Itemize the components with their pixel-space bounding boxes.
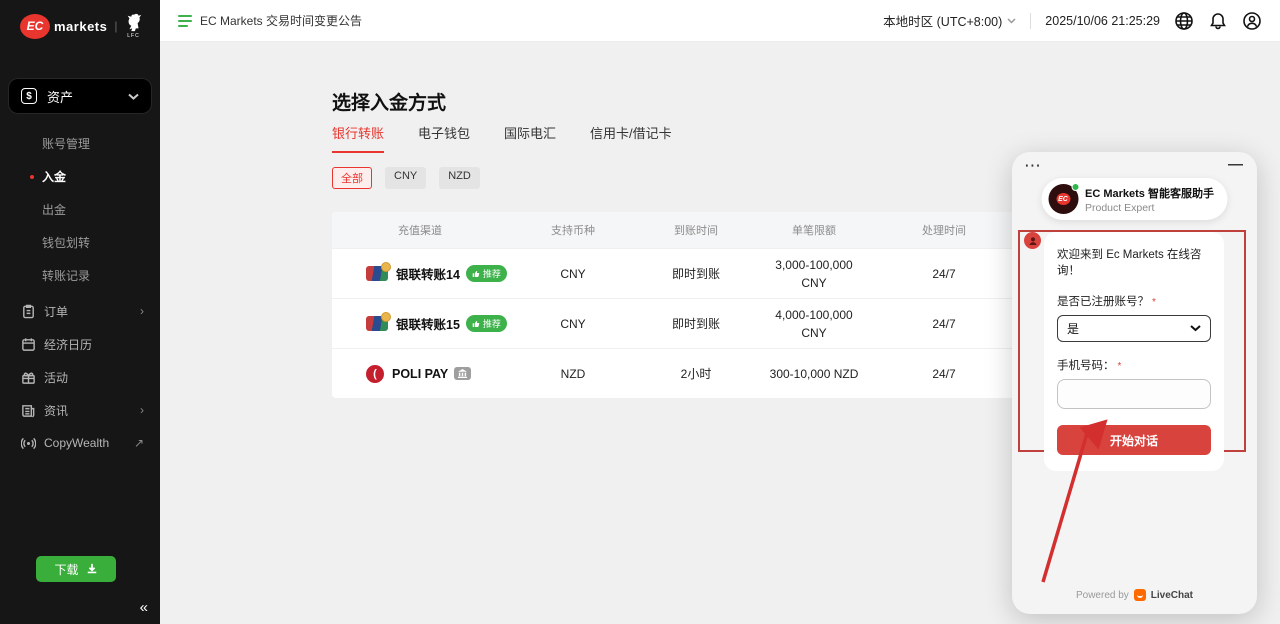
deposit-method-tabs: 银行转账 电子钱包 国际电汇 信用卡/借记卡	[332, 123, 706, 153]
download-icon	[86, 563, 98, 575]
logo-divider: |	[114, 19, 117, 33]
calendar-icon	[20, 336, 36, 352]
external-link-icon: ↗	[134, 436, 144, 450]
gift-icon	[20, 369, 36, 385]
agent-avatar: EC	[1048, 184, 1078, 214]
divider	[1030, 13, 1031, 29]
user-account-icon[interactable]	[1242, 11, 1262, 31]
tab-credit-debit-card[interactable]: 信用卡/借记卡	[590, 123, 672, 153]
chevron-right-icon: ›	[140, 304, 144, 318]
agent-role: Product Expert	[1085, 202, 1214, 214]
online-status-dot	[1071, 183, 1079, 191]
sidebar-item-account-management[interactable]: 账号管理	[0, 128, 160, 160]
download-button[interactable]: 下载	[36, 556, 116, 582]
person-icon	[1028, 236, 1038, 246]
assets-label: 资产	[47, 87, 128, 106]
recommended-badge: 推荐	[466, 315, 507, 332]
tab-international-wire[interactable]: 国际电汇	[504, 123, 556, 153]
registered-select[interactable]: 是	[1057, 315, 1211, 342]
signal-icon	[20, 435, 36, 451]
sidebar-item-activities[interactable]: 活动	[0, 361, 160, 393]
sidebar-item-deposit[interactable]: 入金	[0, 161, 160, 193]
tab-e-wallet[interactable]: 电子钱包	[418, 123, 470, 153]
bank-badge	[454, 367, 471, 380]
thumbs-up-icon	[472, 270, 480, 278]
poli-pay-icon: (	[366, 365, 384, 383]
chevron-down-icon	[1190, 325, 1201, 332]
bank-icon	[458, 369, 467, 378]
news-icon	[20, 402, 36, 418]
tab-bank-transfer[interactable]: 银行转账	[332, 123, 384, 153]
page-title: 选择入金方式	[332, 88, 446, 115]
bot-message-avatar	[1024, 232, 1041, 249]
timezone-selector[interactable]: 本地时区 (UTC+8:00)	[883, 11, 1016, 30]
filter-cny[interactable]: CNY	[385, 167, 426, 189]
lfc-logo: LFC	[125, 13, 143, 39]
language-globe-icon[interactable]	[1174, 11, 1194, 31]
agent-name: EC Markets 智能客服助手	[1085, 185, 1214, 201]
chevron-down-icon	[1007, 18, 1016, 24]
currency-filter-chips: 全部 CNY NZD	[332, 167, 480, 189]
thumbs-up-icon	[472, 320, 480, 328]
livechat-logo-icon	[1134, 589, 1146, 601]
start-chat-button[interactable]: 开始对话	[1057, 425, 1211, 455]
phone-label: 手机号码：*	[1057, 357, 1211, 373]
sidebar-item-assets[interactable]: $ 资产	[8, 78, 152, 114]
active-dot	[30, 175, 34, 179]
filter-nzd[interactable]: NZD	[439, 167, 480, 189]
announcement-text: EC Markets 交易时间变更公告	[200, 12, 362, 29]
chat-menu-button[interactable]: ⋯	[1024, 156, 1042, 176]
sidebar-item-orders[interactable]: 订单 ›	[0, 295, 160, 327]
phone-input[interactable]	[1057, 379, 1211, 409]
current-datetime: 2025/10/06 21:25:29	[1045, 14, 1160, 28]
sidebar-item-transfer-records[interactable]: 转账记录	[0, 260, 160, 292]
welcome-message: 欢迎来到 Ec Markets 在线咨询！	[1057, 246, 1211, 278]
notifications-bell-icon[interactable]	[1208, 11, 1228, 31]
sidebar-item-news[interactable]: 资讯 ›	[0, 394, 160, 426]
ec-logo: EC	[20, 14, 50, 39]
registered-question-label: 是否已注册账号？*	[1057, 293, 1211, 309]
collapse-sidebar-button[interactable]: «	[140, 599, 148, 616]
sidebar: EC markets | LFC $ 资产 账号管理 入金 出金 钱包划转 转账…	[0, 0, 160, 624]
sidebar-item-wallet-transfer[interactable]: 钱包划转	[0, 227, 160, 259]
pre-chat-form: 欢迎来到 Ec Markets 在线咨询！ 是否已注册账号？* 是 手机号码：*…	[1044, 232, 1224, 471]
brand-name: markets	[54, 19, 107, 34]
announcement-banner[interactable]: EC Markets 交易时间变更公告	[178, 12, 362, 29]
recommended-badge: 推荐	[466, 265, 507, 282]
clipboard-icon	[20, 303, 36, 319]
filter-all[interactable]: 全部	[332, 167, 372, 189]
chat-minimize-button[interactable]: —	[1228, 156, 1243, 173]
sidebar-item-withdraw[interactable]: 出金	[0, 194, 160, 226]
sidebar-item-copywealth[interactable]: CopyWealth ↗	[0, 427, 160, 459]
sidebar-item-economic-calendar[interactable]: 经济日历	[0, 328, 160, 360]
top-header: EC Markets 交易时间变更公告 本地时区 (UTC+8:00) 2025…	[160, 0, 1280, 42]
chevron-right-icon: ›	[140, 403, 144, 417]
chevron-down-icon	[128, 93, 139, 100]
liver-bird-icon	[125, 13, 143, 33]
required-asterisk: *	[1118, 361, 1122, 372]
livechat-widget: ⋯ — EC EC Markets 智能客服助手 Product Expert …	[1012, 152, 1257, 614]
announcement-icon	[178, 15, 192, 27]
dollar-square-icon: $	[21, 88, 37, 104]
unionpay-icon	[366, 266, 388, 281]
logo-row: EC markets | LFC	[0, 0, 160, 52]
powered-by-footer[interactable]: Powered by LiveChat	[1012, 589, 1257, 601]
required-asterisk: *	[1152, 297, 1156, 308]
unionpay-icon	[366, 316, 388, 331]
agent-header: EC EC Markets 智能客服助手 Product Expert	[1041, 178, 1228, 220]
